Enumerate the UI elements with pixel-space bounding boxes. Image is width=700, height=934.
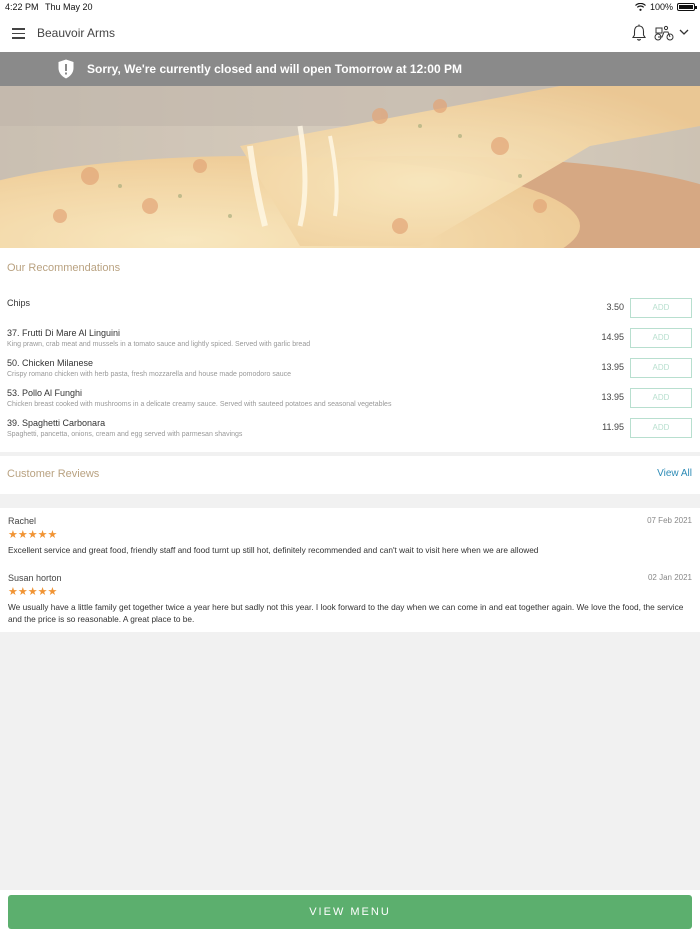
recommendations-section: Our Recommendations Chips 3.50 ADD 37. F… <box>0 248 700 452</box>
add-button[interactable]: ADD <box>630 388 692 408</box>
review-author: Rachel <box>8 516 37 526</box>
star-rating: ★★★★★ <box>8 529 58 541</box>
item-description: Crispy romano chicken with herb pasta, f… <box>7 371 292 378</box>
menu-item: Chips 3.50 ADD <box>0 298 700 328</box>
menu-item: 53. Pollo Al Funghi Chicken breast cooke… <box>0 388 700 418</box>
item-name: 53. Pollo Al Funghi <box>7 388 83 398</box>
venue-name: Beauvoir Arms <box>37 26 116 40</box>
hero-pizza-image <box>0 86 700 248</box>
top-nav: Beauvoir Arms <box>0 14 700 52</box>
review-date: 02 Jan 2021 <box>647 573 692 582</box>
scooter-icon[interactable] <box>654 25 674 41</box>
add-button[interactable]: ADD <box>630 328 692 348</box>
recommendations-title: Our Recommendations <box>7 262 121 274</box>
star-rating: ★★★★★ <box>8 586 58 598</box>
reviews-title: Customer Reviews <box>7 468 100 480</box>
shield-alert-icon <box>58 59 74 79</box>
item-price: 3.50 <box>606 302 624 312</box>
battery-percent: 100% <box>649 2 673 12</box>
status-bar: 4:22 PM Thu May 20 100% <box>0 0 700 14</box>
add-button[interactable]: ADD <box>630 418 692 438</box>
item-name: 37. Frutti Di Mare Al Linguini <box>7 328 121 338</box>
item-price: 14.95 <box>601 332 624 342</box>
hamburger-icon[interactable] <box>12 28 25 39</box>
view-menu-button[interactable]: VIEW MENU <box>8 895 692 929</box>
chevron-down-icon[interactable] <box>678 26 690 38</box>
closed-notice-banner: Sorry, We're currently closed and will o… <box>0 52 700 86</box>
item-description: King prawn, crab meat and mussels in a t… <box>7 341 311 348</box>
item-price: 13.95 <box>601 362 624 372</box>
add-button[interactable]: ADD <box>630 358 692 378</box>
battery-icon <box>677 3 697 11</box>
menu-item: 39. Spaghetti Carbonara Spaghetti, pance… <box>0 418 700 448</box>
item-description: Chicken breast cooked with mushrooms in … <box>7 401 392 408</box>
item-price: 13.95 <box>601 392 624 402</box>
menu-item: 37. Frutti Di Mare Al Linguini King praw… <box>0 328 700 358</box>
status-right: 100% <box>635 2 697 12</box>
review-date: 07 Feb 2021 <box>647 516 692 525</box>
reviews-header: Customer Reviews View All <box>0 456 700 494</box>
item-description: Spaghetti, pancetta, onions, cream and e… <box>7 431 243 438</box>
wifi-icon <box>635 3 646 11</box>
item-price: 11.95 <box>602 422 624 432</box>
add-button[interactable]: ADD <box>630 298 692 318</box>
review-author: Susan horton <box>8 573 62 583</box>
view-all-link[interactable]: View All <box>657 468 692 479</box>
closed-message: Sorry, We're currently closed and will o… <box>87 62 462 76</box>
bell-icon[interactable] <box>631 24 647 42</box>
status-date: Thu May 20 <box>45 2 93 12</box>
item-name: 39. Spaghetti Carbonara <box>7 418 106 428</box>
item-name: Chips <box>7 298 31 308</box>
review-text: Excellent service and great food, friend… <box>8 545 539 555</box>
review-text: We usually have a little family get toge… <box>8 602 684 624</box>
menu-item: 50. Chicken Milanese Crispy romano chick… <box>0 358 700 388</box>
item-name: 50. Chicken Milanese <box>7 358 94 368</box>
reviews-list: Rachel 07 Feb 2021 ★★★★★ Excellent servi… <box>0 508 700 632</box>
status-time: 4:22 PM <box>5 2 39 12</box>
